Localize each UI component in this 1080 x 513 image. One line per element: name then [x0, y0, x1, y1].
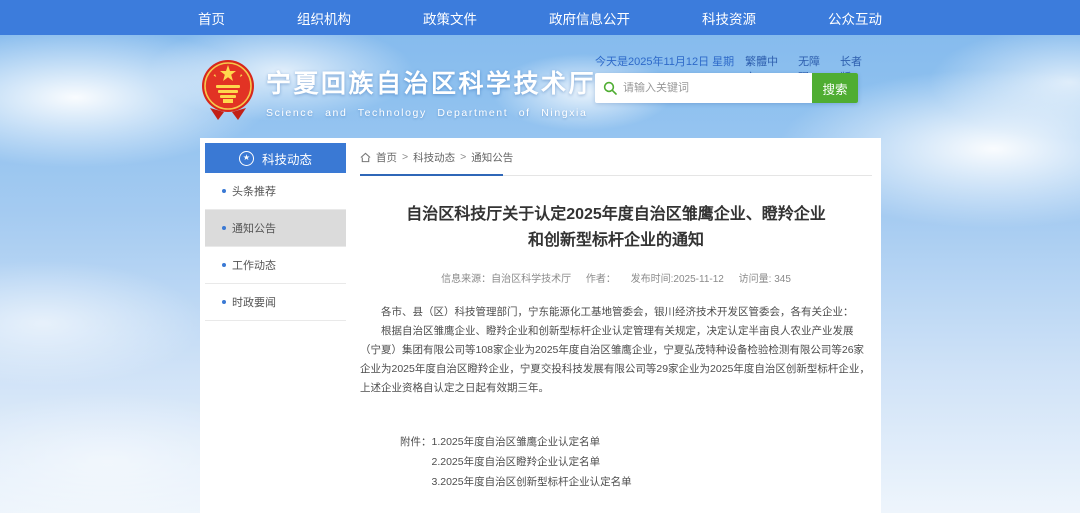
- sidebar-item-label: 头条推荐: [232, 183, 276, 199]
- sidebar-item-label: 通知公告: [232, 220, 276, 236]
- sidebar-item-current-politics[interactable]: 时政要闻: [205, 284, 346, 321]
- breadcrumb-separator: >: [402, 151, 408, 163]
- sidebar-item-headlines[interactable]: 头条推荐: [205, 173, 346, 210]
- bullet-icon: [222, 226, 226, 230]
- attachments-block: 附件： 1.2025年度自治区雏鹰企业认定名单 2.2025年度自治区瞪羚企业认…: [400, 432, 872, 492]
- article-paragraph: 根据自治区雏鹰企业、瞪羚企业和创新型标杆企业认定管理有关规定，决定认定半亩良人农…: [360, 322, 872, 398]
- article-panel: 首页 > 科技动态 > 通知公告 自治区科技厅关于认定2025年度自治区雏鹰企业…: [360, 138, 872, 492]
- breadcrumb-home[interactable]: 首页: [376, 150, 397, 165]
- bullet-icon: [222, 189, 226, 193]
- site-title: 宁夏回族自治区科学技术厅: [266, 64, 596, 100]
- search-bar: 搜索: [595, 73, 858, 103]
- top-nav: 首页 组织机构 政策文件 政府信息公开 科技资源 公众互动: [0, 0, 1080, 35]
- sidebar: ★ 科技动态 头条推荐 通知公告 工作动态 时政要闻: [205, 143, 346, 321]
- nav-item-organization[interactable]: 组织机构: [297, 8, 351, 28]
- meta-author: 作者：: [586, 274, 616, 285]
- attachment-link-3[interactable]: 3.2025年度自治区创新型标杆企业认定名单: [432, 472, 632, 492]
- breadcrumb-rule: [360, 174, 872, 176]
- search-button[interactable]: 搜索: [812, 73, 858, 103]
- national-emblem-icon: [200, 58, 256, 124]
- attachment-link-1[interactable]: 1.2025年度自治区雏鹰企业认定名单: [432, 432, 632, 452]
- bullet-icon: [222, 300, 226, 304]
- page: 首页 组织机构 政策文件 政府信息公开 科技资源 公众互动 宁夏回族自治区科学技…: [0, 0, 1080, 513]
- sidebar-item-work-updates[interactable]: 工作动态: [205, 247, 346, 284]
- sidebar-title: 科技动态: [262, 149, 312, 168]
- article-body: 各市、县（区）科技管理部门，宁东能源化工基地管委会，银川经济技术开发区管委会，各…: [360, 303, 872, 398]
- sidebar-item-label: 时政要闻: [232, 294, 276, 310]
- article-meta: 信息来源：自治区科学技术厅 作者： 发布时间:2025-11-12 访问量: 3…: [360, 270, 872, 285]
- bullet-icon: [222, 263, 226, 267]
- breadcrumb: 首页 > 科技动态 > 通知公告: [360, 148, 872, 166]
- meta-source: 信息来源：自治区科学技术厅: [441, 274, 571, 285]
- sidebar-header: ★ 科技动态: [205, 143, 346, 173]
- article-title: 自治区科技厅关于认定2025年度自治区雏鹰企业、瞪羚企业 和创新型标杆企业的通知: [360, 202, 872, 254]
- article-paragraph: 各市、县（区）科技管理部门，宁东能源化工基地管委会，银川经济技术开发区管委会，各…: [360, 303, 872, 322]
- sidebar-item-label: 工作动态: [232, 257, 276, 273]
- search-input[interactable]: [617, 82, 812, 94]
- breadcrumb-notices[interactable]: 通知公告: [471, 150, 513, 165]
- star-circle-icon: ★: [239, 151, 254, 166]
- nav-item-public-interaction[interactable]: 公众互动: [828, 8, 882, 28]
- breadcrumb-tech-news[interactable]: 科技动态: [413, 150, 455, 165]
- meta-visit-count: 访问量: 345: [739, 274, 791, 285]
- home-icon: [360, 152, 371, 163]
- search-icon: [603, 81, 617, 95]
- nav-item-tech-resources[interactable]: 科技资源: [702, 8, 756, 28]
- attachments-label: 附件：: [400, 432, 432, 492]
- attachment-link-2[interactable]: 2.2025年度自治区瞪羚企业认定名单: [432, 452, 632, 472]
- nav-item-home[interactable]: 首页: [198, 8, 225, 28]
- site-logo[interactable]: 宁夏回族自治区科学技术厅 Science and Technology Depa…: [200, 58, 596, 124]
- nav-item-policy[interactable]: 政策文件: [423, 8, 477, 28]
- sidebar-item-notices[interactable]: 通知公告: [205, 210, 346, 247]
- meta-publish-time: 发布时间:2025-11-12: [631, 274, 724, 285]
- breadcrumb-separator: >: [460, 151, 466, 163]
- nav-item-gov-info[interactable]: 政府信息公开: [549, 8, 630, 28]
- content-container: ★ 科技动态 头条推荐 通知公告 工作动态 时政要闻: [200, 138, 881, 513]
- site-subtitle: Science and Technology Department of Nin…: [266, 107, 596, 119]
